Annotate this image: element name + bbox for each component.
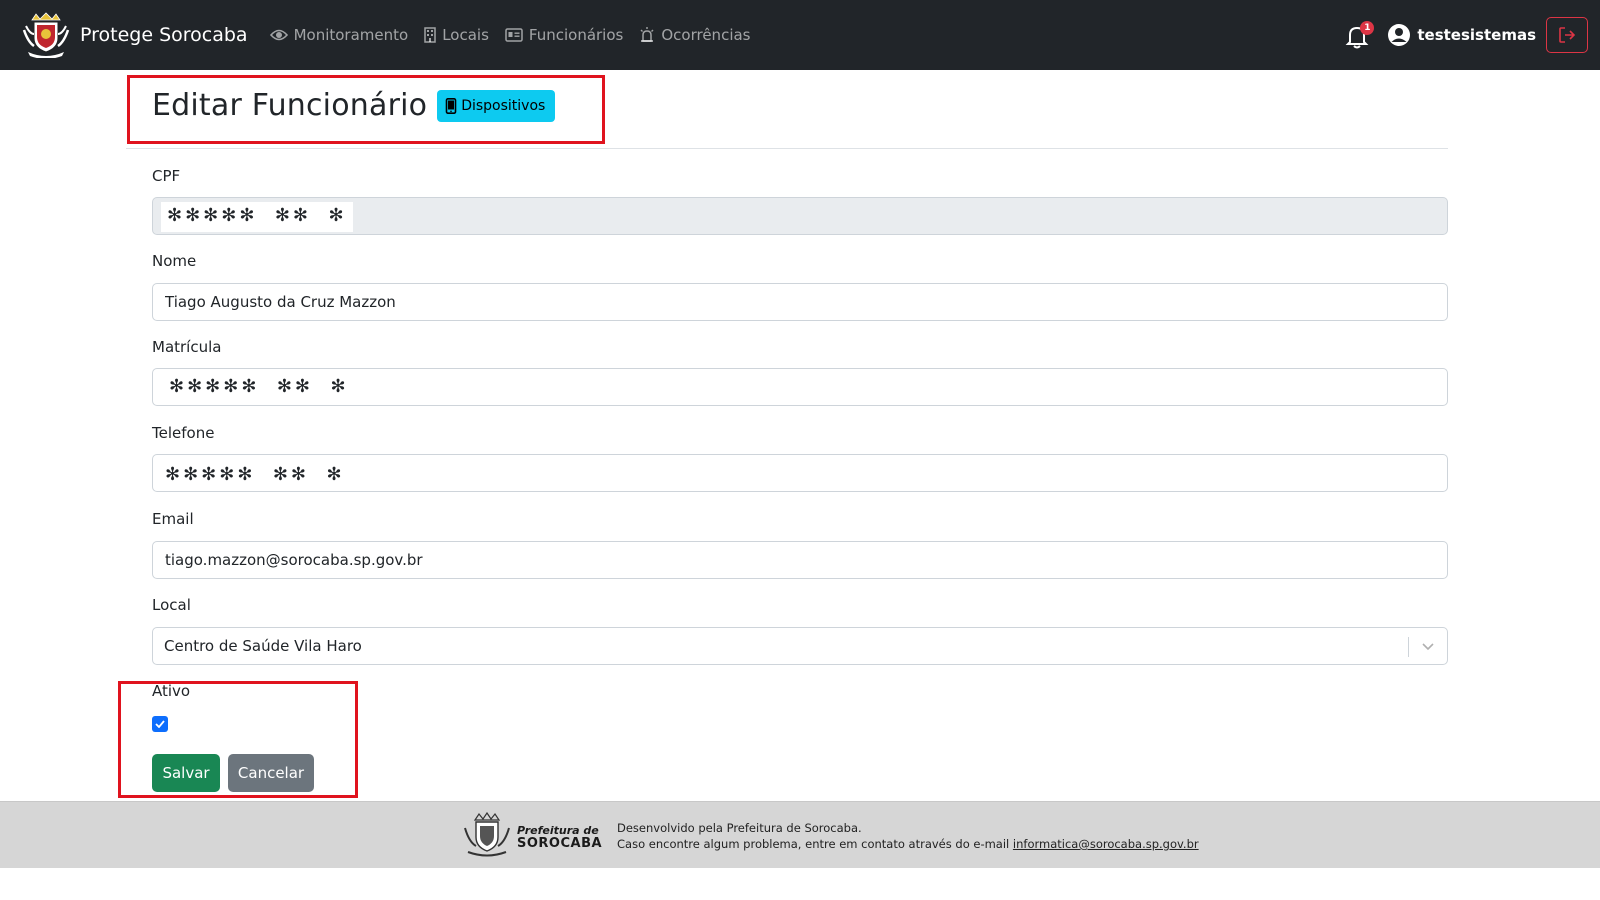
footer-email-link[interactable]: informatica@sorocaba.sp.gov.br [1013,837,1199,851]
cpf-masked-box: ✻✻✻✻✻ ✻✻ ✻ [161,202,353,232]
building-icon [424,27,436,43]
siren-icon [640,27,654,42]
nav-monitoramento-label: Monitoramento [293,26,409,44]
footer-line2-prefix: Caso encontre algum problema, entre em c… [617,837,1013,851]
matricula-label: Matrícula [152,338,222,356]
highlight-actions-box [118,681,358,798]
email-label: Email [152,510,194,528]
nome-label: Nome [152,252,197,270]
user-menu[interactable]: testesistemas [1387,23,1536,47]
coat-of-arms-logo [22,12,70,58]
logout-button[interactable] [1546,17,1588,53]
footer-line2: Caso encontre algum problema, entre em c… [617,836,1199,852]
cpf-field: ✻✻✻✻✻ ✻✻ ✻ [152,197,1448,235]
highlight-title-box [127,75,605,144]
nav-locais-label: Locais [442,26,489,44]
telefone-label: Telefone [152,424,215,442]
cpf-label: CPF [152,167,181,185]
cpf-value: ✻✻✻✻✻ ✻✻ ✻ [167,205,347,226]
footer-brand-line2: SOROCABA [517,836,603,851]
nav-ocorrencias[interactable]: Ocorrências [639,26,751,44]
nav-monitoramento[interactable]: Monitoramento [269,26,409,44]
matricula-value: ✻✻✻✻✻ ✻✻ ✻ [169,376,349,397]
email-input[interactable] [152,541,1448,579]
city-seal-logo [464,812,510,857]
nav-ocorrencias-label: Ocorrências [661,26,751,44]
divider [126,148,1448,149]
footer: Prefeitura de SOROCABA Desenvolvido pela… [0,801,1600,868]
username: testesistemas [1417,26,1536,44]
telefone-input[interactable]: ✻✻✻✻✻ ✻✻ ✻ [152,454,1448,492]
local-selected-value: Centro de Saúde Vila Haro [164,637,362,655]
matricula-input[interactable]: ✻✻✻✻✻ ✻✻ ✻ [152,368,1448,406]
nav-funcionarios[interactable]: Funcionários [505,26,623,44]
nav-funcionarios-label: Funcionários [528,26,624,44]
nome-input[interactable] [152,283,1448,321]
telefone-value: ✻✻✻✻✻ ✻✻ ✻ [165,464,345,485]
footer-brand: Prefeitura de SOROCABA [517,824,602,850]
footer-text: Desenvolvido pela Prefeitura de Sorocaba… [617,820,1199,852]
user-circle-icon [1388,24,1411,46]
eye-icon [269,29,288,41]
chevron-down-icon[interactable] [1409,628,1447,664]
navbar: Protege Sorocaba Monitoramento Locais Fu… [0,0,1600,70]
main-nav: Monitoramento Locais Funcionários Ocorrê… [269,26,767,44]
logout-icon [1559,27,1576,43]
brand-link[interactable]: Protege Sorocaba [22,12,248,58]
nav-right: 1 testesistemas [1345,0,1588,70]
local-select[interactable]: Centro de Saúde Vila Haro [152,627,1448,665]
footer-line1: Desenvolvido pela Prefeitura de Sorocaba… [617,821,862,835]
nav-locais[interactable]: Locais [424,26,489,44]
brand-name: Protege Sorocaba [80,24,248,46]
notifications-button[interactable]: 1 [1345,20,1375,50]
local-label: Local [152,596,191,614]
notification-badge: 1 [1360,21,1375,35]
id-card-icon [505,28,523,42]
